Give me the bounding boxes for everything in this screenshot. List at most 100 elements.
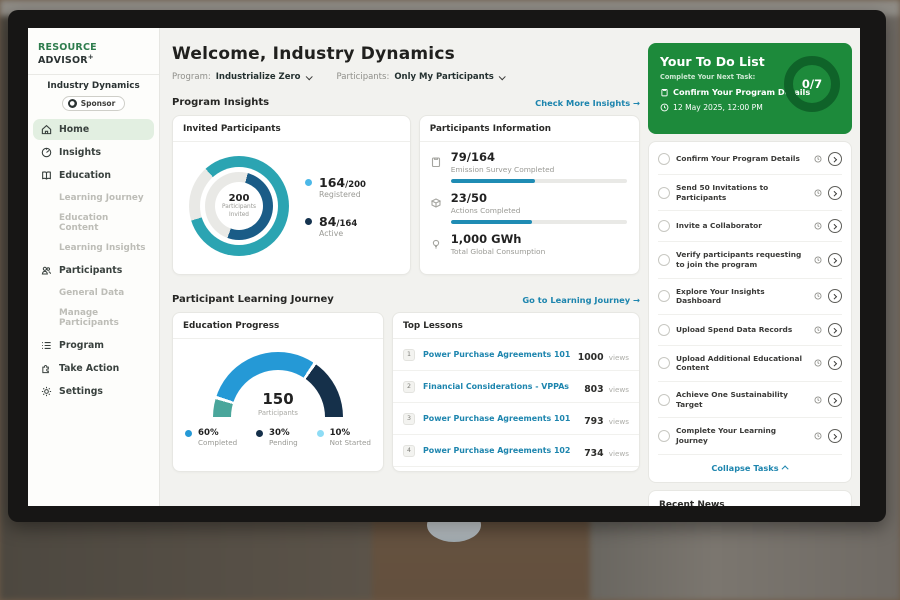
lightbulb-icon — [430, 232, 443, 256]
legend-registered: 164/200 Registered — [305, 175, 366, 199]
clipboard-icon — [430, 150, 443, 183]
stat-content: 23/50 Actions Completed — [451, 191, 627, 224]
sidebar-item-education[interactable]: Education — [33, 165, 154, 186]
sidebar-item-learning-insights[interactable]: Learning Insights — [33, 238, 154, 258]
sidebar-item-program[interactable]: Program — [33, 335, 154, 356]
clock-icon — [814, 292, 822, 300]
task-checkbox[interactable] — [658, 324, 670, 336]
legend-label: Active — [319, 229, 366, 238]
legend-value: 84/164 — [319, 214, 366, 229]
lesson-link[interactable]: Power Purchase Agreements 102 — [423, 446, 584, 455]
lesson-views: 734 views — [584, 441, 629, 460]
legend-label: Pending — [269, 438, 298, 447]
chevron-right-icon — [831, 157, 837, 163]
task-checkbox[interactable] — [658, 357, 670, 369]
legend-value: 164/200 — [319, 175, 366, 190]
recent-news-title: Recent News — [659, 500, 841, 507]
education-progress-card: Education Progress 150 Participants 6 — [172, 312, 384, 472]
book-icon — [41, 170, 52, 181]
lesson-rank: 3 — [403, 413, 415, 425]
task-open-button[interactable] — [828, 152, 842, 166]
card-title: Education Progress — [173, 313, 383, 339]
clipboard-icon — [660, 88, 669, 97]
legend-pct: 30% — [269, 428, 298, 438]
clock-icon — [814, 432, 822, 440]
sidebar-item-settings[interactable]: Settings — [33, 381, 154, 402]
sponsor-badge-icon: ● — [68, 99, 77, 108]
arrow-right-icon: → — [633, 98, 640, 108]
page-title: Welcome, Industry Dynamics — [172, 44, 640, 64]
task-label: Upload Spend Data Records — [676, 325, 808, 335]
program-select[interactable]: Program: Industrialize Zero — [172, 72, 311, 82]
task-row: Achieve One Sustainability Target — [658, 382, 842, 418]
sidebar-item-insights[interactable]: Insights — [33, 142, 154, 163]
task-row: Invite a Collaborator — [658, 211, 842, 242]
clock-icon — [814, 359, 822, 367]
sponsor-badge[interactable]: ● Sponsor — [62, 96, 126, 111]
stat-content: 79/164 Emission Survey Completed — [451, 150, 627, 183]
logo-plus: + — [88, 53, 94, 61]
donut-inner-ring: 200 ParticipantsInvited — [205, 172, 273, 240]
progress-track — [451, 220, 627, 224]
task-checkbox[interactable] — [658, 153, 670, 165]
task-label: Complete Your Learning Journey — [676, 426, 808, 445]
clock-icon — [814, 396, 822, 404]
lesson-link[interactable]: Power Purchase Agreements 101 — [423, 414, 584, 423]
legend-completed: 60% Completed — [185, 428, 237, 447]
sidebar-item-home[interactable]: Home — [33, 119, 154, 140]
go-to-learning-journey-link[interactable]: Go to Learning Journey → — [522, 295, 640, 305]
task-open-button[interactable] — [828, 186, 842, 200]
task-checkbox[interactable] — [658, 220, 670, 232]
task-checkbox[interactable] — [658, 290, 670, 302]
task-row: Complete Your Learning Journey — [658, 418, 842, 454]
task-open-button[interactable] — [828, 253, 842, 267]
task-row: Verify participants requesting to join t… — [658, 242, 842, 278]
collapse-tasks-button[interactable]: Collapse Tasks — [658, 455, 842, 480]
lesson-views: 1000 views — [578, 345, 629, 364]
progress-fill — [451, 179, 536, 183]
sponsor-badge-label: Sponsor — [81, 99, 116, 108]
sidebar-item-label: Participants — [59, 265, 122, 276]
sidebar-item-education-content[interactable]: Education Content — [33, 208, 154, 238]
task-checkbox[interactable] — [658, 187, 670, 199]
arrow-right-icon: → — [633, 295, 640, 305]
chevron-down-icon — [498, 73, 505, 80]
org-name: Industry Dynamics — [28, 81, 159, 91]
card-title: Invited Participants — [173, 116, 410, 142]
sidebar-item-general-data[interactable]: General Data — [33, 283, 154, 303]
task-checkbox[interactable] — [658, 394, 670, 406]
task-open-button[interactable] — [828, 219, 842, 233]
section-title: Program Insights — [172, 97, 269, 108]
sidebar-nav: Home Insights Education Learning Journey… — [28, 119, 159, 402]
chevron-right-icon — [831, 434, 837, 440]
lesson-link[interactable]: Power Purchase Agreements 101 — [423, 350, 578, 359]
task-open-button[interactable] — [828, 323, 842, 337]
chevron-right-icon — [831, 224, 837, 230]
check-more-insights-link[interactable]: Check More Insights → — [535, 98, 640, 108]
sidebar-item-participants[interactable]: Participants — [33, 260, 154, 281]
task-checkbox[interactable] — [658, 430, 670, 442]
sidebar-item-manage-participants[interactable]: Manage Participants — [33, 303, 154, 333]
chevron-up-icon — [781, 465, 788, 472]
task-checkbox[interactable] — [658, 254, 670, 266]
todo-progress-value: 0/7 — [802, 77, 822, 91]
participants-select[interactable]: Participants: Only My Participants — [337, 72, 504, 82]
todo-progress-ring: 0/7 — [784, 56, 840, 112]
legend-label: Registered — [319, 190, 366, 199]
sidebar-item-label: Education — [59, 170, 111, 181]
task-open-button[interactable] — [828, 393, 842, 407]
lesson-link[interactable]: Financial Considerations - VPPAs — [423, 382, 584, 391]
lesson-views: 803 views — [584, 377, 629, 396]
sidebar-item-label: Home — [59, 124, 89, 135]
task-open-button[interactable] — [828, 289, 842, 303]
sidebar-item-take-action[interactable]: Take Action — [33, 358, 154, 379]
sidebar-item-learning-journey[interactable]: Learning Journey — [33, 188, 154, 208]
task-open-button[interactable] — [828, 356, 842, 370]
task-open-button[interactable] — [828, 429, 842, 443]
insights-icon — [41, 147, 52, 158]
card-title: Participants Information — [420, 116, 639, 142]
card-title: Top Lessons — [393, 313, 639, 339]
donut-center-value: 200 — [229, 193, 250, 204]
chevron-right-icon — [831, 191, 837, 197]
lesson-row: 2 Financial Considerations - VPPAs 803 v… — [393, 371, 639, 403]
